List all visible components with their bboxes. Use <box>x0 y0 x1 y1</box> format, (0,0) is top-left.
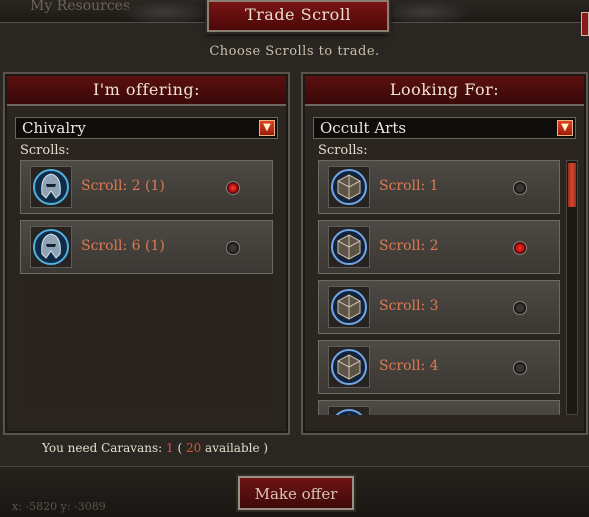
select-radio[interactable] <box>513 361 527 375</box>
looking-scroll-row[interactable]: Scroll: 3 <box>318 280 560 334</box>
occult-cube-icon <box>328 166 370 208</box>
gargoyle-right-icon <box>380 0 470 24</box>
close-button[interactable] <box>581 12 589 36</box>
offering-panel: I'm offering: Chivalry ▼ Scrolls: Scroll… <box>3 72 290 435</box>
select-radio[interactable] <box>513 301 527 315</box>
looking-category-value: Occult Arts <box>320 119 407 137</box>
scrollbar-thumb[interactable] <box>568 163 576 207</box>
chevron-down-icon[interactable]: ▼ <box>259 120 275 136</box>
need-caravans-count: 1 <box>165 441 174 455</box>
occult-cube-icon <box>328 286 370 328</box>
looking-scroll-list: Scroll: 1 Scroll: 2 Scroll: 3 Scroll: 4 Scro… <box>318 160 560 415</box>
offering-scroll-list: Scroll: 2 (1) Scroll: 6 (1) <box>20 160 273 415</box>
offering-scrolls-label: Scrolls: <box>20 143 70 158</box>
select-radio[interactable] <box>513 241 527 255</box>
offering-category-select[interactable]: Chivalry ▼ <box>15 117 278 139</box>
looking-header: Looking For: <box>305 76 584 106</box>
select-radio[interactable] <box>226 241 240 255</box>
scroll-label: Scroll: 2 (1) <box>81 178 165 194</box>
scroll-label: Scroll: 4 <box>379 358 439 374</box>
scroll-label: Scroll: 2 <box>379 238 439 254</box>
looking-scrolls-label: Scrolls: <box>318 143 368 158</box>
gargoyle-left-icon <box>120 0 210 24</box>
available-caravans-count: 20 <box>185 441 202 455</box>
available-label: available ) <box>201 441 269 455</box>
looking-scrollbar[interactable] <box>566 160 578 415</box>
occult-cube-icon <box>328 346 370 388</box>
open-paren: ( <box>173 441 186 455</box>
knight-helmet-icon <box>30 226 72 268</box>
scroll-label: Scroll: 6 (1) <box>81 238 165 254</box>
occult-cube-icon <box>328 406 370 415</box>
select-radio[interactable] <box>226 181 240 195</box>
looking-panel: Looking For: Occult Arts ▼ Scrolls: Scro… <box>301 72 588 435</box>
chevron-down-icon[interactable]: ▼ <box>557 120 573 136</box>
offering-scroll-row[interactable]: Scroll: 6 (1) <box>20 220 273 274</box>
offering-scroll-row[interactable]: Scroll: 2 (1) <box>20 160 273 214</box>
window-title: Trade Scroll <box>207 0 389 32</box>
occult-cube-icon <box>328 226 370 268</box>
looking-scroll-row[interactable]: Scroll: 4 <box>318 340 560 394</box>
map-coordinates: x: -5820 y: -3089 <box>12 500 106 513</box>
caravan-requirement: You need Caravans: 1 ( 20 available ) <box>42 441 268 455</box>
window-subtitle: Choose Scrolls to trade. <box>209 44 380 59</box>
scroll-label: Scroll: 1 <box>379 178 439 194</box>
select-radio[interactable] <box>513 181 527 195</box>
looking-scroll-row[interactable]: Scroll: 1 <box>318 160 560 214</box>
knight-helmet-icon <box>30 166 72 208</box>
my-resources-label: My Resources <box>30 0 131 14</box>
looking-category-select[interactable]: Occult Arts ▼ <box>313 117 576 139</box>
offering-category-value: Chivalry <box>22 119 86 137</box>
looking-scroll-row[interactable]: Scroll: 5 <box>318 400 560 415</box>
looking-scroll-row[interactable]: Scroll: 2 <box>318 220 560 274</box>
need-caravans-label: You need Caravans: <box>42 441 166 455</box>
scroll-label: Scroll: 3 <box>379 298 439 314</box>
make-offer-button[interactable]: Make offer <box>238 476 354 510</box>
offering-header: I'm offering: <box>7 76 286 106</box>
